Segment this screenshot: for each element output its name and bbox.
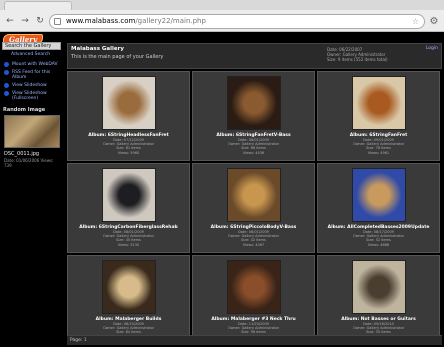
address-bar[interactable]: www.malabass.com/gallery22/main.php ☆ (49, 13, 425, 29)
album-card[interactable]: Album: 6StringFanFretV-Bass Date: 08/01/… (192, 71, 315, 161)
browser-chrome: ← → ↻ www.malabass.com/gallery22/main.ph… (0, 0, 444, 32)
gallery-size: Size: 9 items (552 items total) (327, 57, 388, 62)
page-title: Malabass Gallery (71, 46, 124, 52)
random-image-meta: Date: 01/06/2006 Views: 739 (4, 158, 54, 168)
sidebar-item-label: View Slideshow (Fullscreen) (12, 91, 47, 101)
album-thumbnail[interactable] (351, 260, 406, 314)
album-thumbnail[interactable] (226, 260, 281, 314)
sidebar-item-label: RSS Feed for this Album (12, 70, 51, 80)
gallery-meta: Date: 06/22/2007 Owner: Gallery Administ… (327, 47, 388, 62)
album-card[interactable]: Album: 6StringPiccoloBodyV-Bass Date: 06… (192, 163, 315, 253)
url-host: www.malabass.com (66, 16, 136, 25)
sidebar-item-label: View Slideshow (12, 83, 47, 88)
page-number-link[interactable]: 1 (84, 338, 87, 343)
album-card[interactable]: Album: Malaberger Builds Date: 08/10/200… (67, 255, 190, 345)
reload-icon[interactable]: ↻ (34, 15, 46, 27)
album-card[interactable]: Album: Malaberger #3 Neck Thru Date: 11/… (192, 255, 315, 345)
rss-icon (4, 70, 9, 75)
album-card[interactable]: Album: Not Basses or Guitars Date: 09/16… (317, 255, 440, 345)
slideshow-fullscreen-icon (4, 91, 9, 96)
search-input[interactable]: Search the Gallery (2, 42, 61, 50)
album-thumbnail[interactable] (351, 76, 406, 130)
album-thumbnail[interactable] (351, 168, 406, 222)
album-card[interactable]: Album: AllCompletedBasses2009Update Date… (317, 163, 440, 253)
webdav-icon (4, 62, 9, 67)
random-image-heading: Random Image (3, 107, 46, 113)
album-grid: Album: 6StringHeadlessFanFret Date: 07/1… (67, 71, 442, 345)
album-views: Views: 4067 (242, 242, 265, 247)
sidebar: Search the Gallery Advanced Search Mount… (0, 42, 66, 196)
album-card[interactable]: Album: 6StringHeadlessFanFret Date: 07/1… (67, 71, 190, 161)
album-thumbnail[interactable] (101, 168, 156, 222)
random-image-name[interactable]: DSC_0011.jpg (4, 151, 62, 157)
album-thumbnail[interactable] (226, 168, 281, 222)
browser-toolbar: ← → ↻ www.malabass.com/gallery22/main.ph… (0, 10, 444, 32)
album-views: Views: 4686 (367, 242, 390, 247)
random-image-thumbnail[interactable] (4, 115, 60, 148)
album-card[interactable]: Album: 6StringCarbonFiberglassRehab Date… (67, 163, 190, 253)
sidebar-item-slideshow[interactable]: View Slideshow (4, 83, 64, 88)
advanced-search-link[interactable]: Advanced Search (11, 52, 62, 57)
album-views: Views: 3130 (117, 242, 140, 247)
gallery-header: Malabass Gallery This is the main page o… (67, 43, 442, 69)
album-thumbnail[interactable] (226, 76, 281, 130)
browser-tab-strip (0, 0, 444, 10)
wrench-icon[interactable]: ⚙ (428, 16, 440, 27)
pagination-label: Page: (70, 338, 83, 343)
album-views: Views: 5960 (117, 150, 140, 155)
main-content: Malabass Gallery This is the main page o… (67, 43, 442, 345)
album-thumbnail[interactable] (101, 76, 156, 130)
back-icon[interactable]: ← (4, 15, 16, 27)
album-views: Views: 4436 (242, 150, 265, 155)
login-link[interactable]: Login (426, 46, 438, 51)
gallery-page: Gallery Search the Gallery Advanced Sear… (0, 32, 444, 347)
slideshow-icon (4, 83, 9, 88)
page-icon (54, 17, 61, 25)
sidebar-item-rss[interactable]: RSS Feed for this Album (4, 70, 64, 80)
page-description: This is the main page of your Gallery (71, 54, 164, 60)
url-path: /gallery22/main.php (135, 16, 206, 25)
browser-tab[interactable] (4, 1, 72, 10)
album-views: Views: 4961 (367, 150, 390, 155)
pagination: Page: 1 (67, 335, 442, 345)
sidebar-item-webdav[interactable]: Mount with WebDAV (4, 62, 64, 67)
sidebar-item-label: Mount with WebDAV (12, 62, 58, 67)
bookmark-star-icon[interactable]: ☆ (412, 15, 419, 28)
album-thumbnail[interactable] (101, 260, 156, 314)
forward-icon[interactable]: → (19, 15, 31, 27)
album-card[interactable]: Album: 6StringFanFret Date: 09/01/2009 O… (317, 71, 440, 161)
sidebar-item-slideshow-fullscreen[interactable]: View Slideshow (Fullscreen) (4, 91, 64, 101)
